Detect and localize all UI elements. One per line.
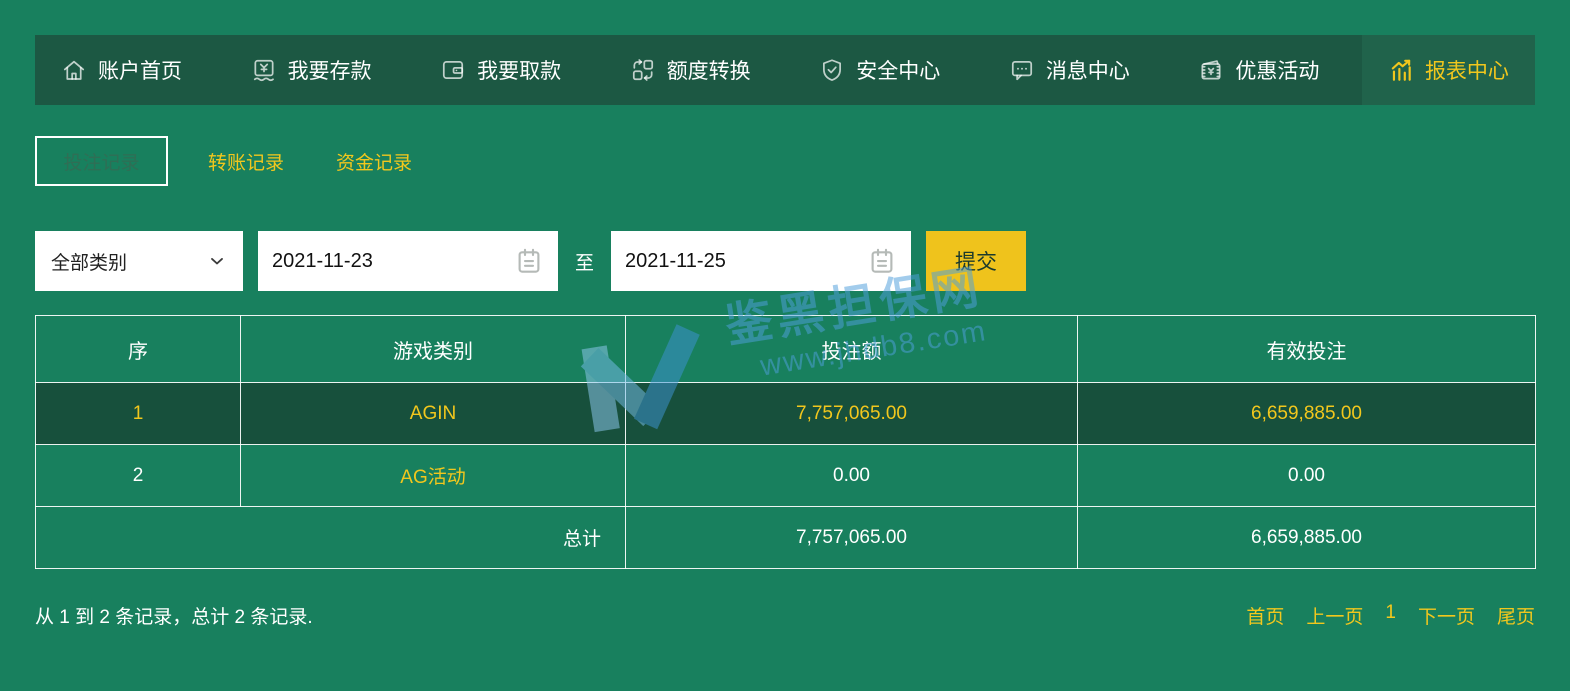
date-to-field[interactable]: [611, 231, 912, 291]
nav-item-label: 我要存款: [287, 60, 372, 83]
report-chart-icon: [1388, 57, 1414, 83]
pagination-last[interactable]: 尾页: [1497, 602, 1535, 629]
tab-transfer-records[interactable]: 转账记录: [196, 148, 296, 175]
date-from-field[interactable]: [258, 231, 558, 291]
pagination-page-1[interactable]: 1: [1385, 602, 1396, 629]
tab-bet-records[interactable]: 投注记录: [35, 136, 168, 186]
filter-bar: 全部类别 至 提交: [35, 231, 1027, 291]
nav-item-label: 账户首页: [98, 60, 182, 83]
header-index: 序: [35, 315, 241, 383]
coupon-icon: [1198, 57, 1224, 83]
category-select[interactable]: 全部类别: [35, 231, 243, 291]
tab-fund-records[interactable]: 资金记录: [324, 148, 424, 175]
cell-valid-bet: 6,659,885.00: [1077, 382, 1536, 445]
page: { "nav": { "items": [ {"label": "账户首页", …: [0, 0, 1570, 691]
header-game-category: 游戏类别: [240, 315, 626, 383]
nav-item-message-center[interactable]: 消息中心: [983, 35, 1156, 105]
header-bet-amount: 投注额: [625, 315, 1078, 383]
calendar-icon[interactable]: [867, 246, 897, 276]
total-valid-bet: 6,659,885.00: [1077, 506, 1536, 569]
category-select-value: 全部类别: [51, 252, 128, 274]
footer: 从 1 到 2 条记录，总计 2 条记录. 首页 上一页 1 下一页 尾页: [35, 602, 1535, 629]
cell-valid-bet: 0.00: [1077, 444, 1536, 507]
nav-item-account-home[interactable]: 账户首页: [35, 35, 208, 105]
cell-index: 2: [35, 444, 241, 507]
cell-game-category[interactable]: AG活动: [240, 444, 626, 507]
to-label: 至: [575, 252, 595, 274]
cell-bet-amount: 7,757,065.00: [625, 382, 1078, 445]
pagination-first[interactable]: 首页: [1246, 602, 1284, 629]
nav-item-label: 我要取款: [477, 60, 562, 83]
nav-item-report-center[interactable]: 报表中心: [1361, 35, 1535, 105]
home-icon: [61, 57, 87, 83]
deposit-icon: [251, 57, 277, 83]
table-total-row: 总计 7,757,065.00 6,659,885.00: [35, 506, 1536, 569]
nav-item-label: 优惠活动: [1235, 60, 1320, 83]
nav-item-deposit[interactable]: 我要存款: [225, 35, 398, 105]
cell-game-category[interactable]: AGIN: [240, 382, 626, 445]
date-to-input[interactable]: [625, 249, 836, 273]
transfer-icon: [630, 57, 656, 83]
chevron-down-icon: [207, 251, 227, 271]
table-row: 1 AGIN 7,757,065.00 6,659,885.00: [35, 382, 1536, 445]
record-tabs: 投注记录 转账记录 资金记录: [35, 135, 424, 187]
message-icon: [1009, 57, 1035, 83]
nav-item-label: 报表中心: [1424, 60, 1509, 83]
pagination: 首页 上一页 1 下一页 尾页: [1246, 602, 1535, 629]
submit-button[interactable]: 提交: [926, 231, 1027, 291]
bet-records-table: 序 游戏类别 投注额 有效投注 1 AGIN 7,757,065.00 6,65…: [35, 315, 1536, 569]
nav-item-promotions[interactable]: 优惠活动: [1172, 35, 1345, 105]
table-row: 2 AG活动 0.00 0.00: [35, 444, 1536, 507]
withdraw-icon: [440, 57, 466, 83]
total-label: 总计: [35, 506, 626, 569]
calendar-icon[interactable]: [514, 246, 544, 276]
shield-check-icon: [819, 57, 845, 83]
total-bet-amount: 7,757,065.00: [625, 506, 1078, 569]
nav-item-withdraw[interactable]: 我要取款: [414, 35, 587, 105]
main-nav: 账户首页 我要存款 我要取款 额度转换 安全中心 消息中心 优惠活动 报表中心: [35, 35, 1535, 105]
nav-item-label: 安全中心: [856, 60, 941, 83]
nav-item-label: 额度转换: [666, 60, 751, 83]
cell-bet-amount: 0.00: [625, 444, 1078, 507]
nav-item-security-center[interactable]: 安全中心: [793, 35, 966, 105]
cell-index: 1: [35, 382, 241, 445]
records-summary: 从 1 到 2 条记录，总计 2 条记录.: [35, 607, 313, 628]
table-header-row: 序 游戏类别 投注额 有效投注: [35, 315, 1536, 383]
date-from-input[interactable]: [272, 249, 482, 273]
nav-item-label: 消息中心: [1045, 60, 1130, 83]
nav-item-quota-transfer[interactable]: 额度转换: [604, 35, 777, 105]
header-valid-bet: 有效投注: [1077, 315, 1536, 383]
pagination-prev[interactable]: 上一页: [1306, 602, 1363, 629]
pagination-next[interactable]: 下一页: [1418, 602, 1475, 629]
